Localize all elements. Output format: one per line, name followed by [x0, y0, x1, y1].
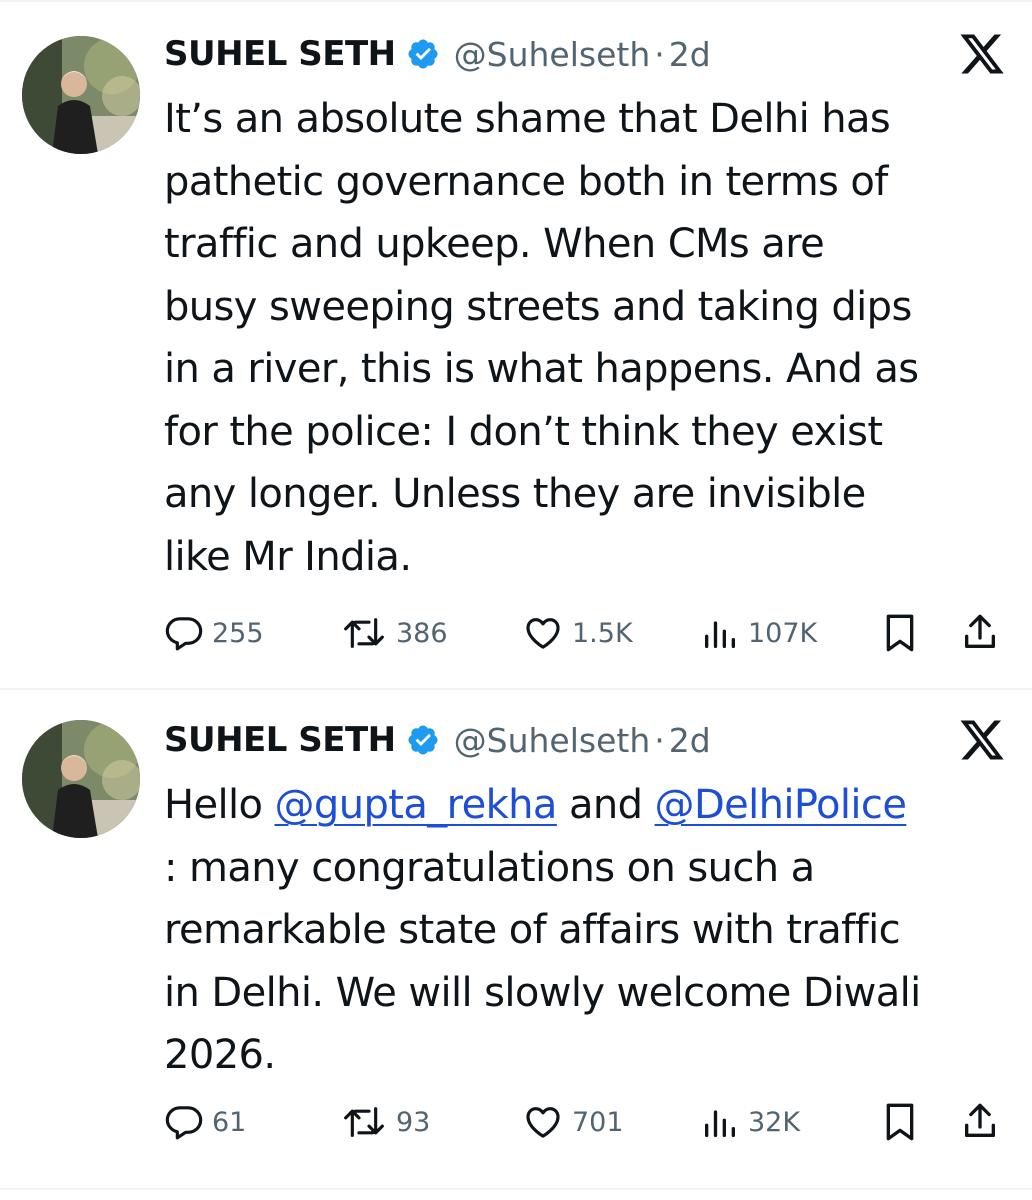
text-segment: busy sweeping streets and taking dips [164, 283, 912, 330]
text-segment: Hello [164, 782, 275, 828]
repost-button[interactable]: 93 [340, 1100, 430, 1144]
like-button[interactable]: 1.5K [522, 611, 633, 655]
share-button[interactable] [960, 611, 1000, 655]
heart-icon [526, 618, 560, 649]
views-count: 32K [748, 1106, 801, 1138]
author-name[interactable]: SUHEL SETH [164, 34, 396, 74]
text-segment: traffic and upkeep. When CMs are [164, 221, 825, 267]
x-logo-icon [958, 30, 1006, 78]
reply-button[interactable]: 61 [164, 1100, 246, 1144]
mention-link[interactable]: @DelhiPolice [655, 782, 907, 828]
heart-icon [526, 1107, 560, 1138]
timestamp[interactable]: 2d [669, 35, 711, 74]
repost-icon [344, 618, 384, 648]
bottom-divider [0, 1188, 1032, 1190]
tweet-text-line: traffic and upkeep. When CMs are [164, 213, 1014, 276]
tweet-2[interactable]: SUHEL SETH @Suhelseth · 2d Hello @gupta_… [0, 690, 1032, 1190]
like-count: 701 [572, 1106, 624, 1138]
meta-separator: · [654, 34, 665, 74]
author-handle[interactable]: @Suhelseth [454, 35, 651, 74]
avatar[interactable] [22, 720, 140, 838]
tweet-text: Hello @gupta_rekha and @DelhiPolice : man… [164, 774, 1014, 1087]
tweet-header: SUHEL SETH @Suhelseth · 2d [164, 26, 711, 82]
reply-button[interactable]: 255 [164, 611, 264, 655]
tweet-header: SUHEL SETH @Suhelseth · 2d [164, 712, 711, 768]
share-icon [965, 614, 995, 648]
repost-icon [344, 1107, 384, 1137]
tweet-text: It’s an absolute shame that Delhi has pat… [164, 88, 1014, 588]
bookmark-icon [886, 1103, 914, 1141]
tweet-text-line: pathetic governance both in terms of [164, 151, 1014, 214]
text-segment: like Mr India. [164, 533, 412, 580]
avatar[interactable] [22, 36, 140, 154]
views-button[interactable]: 107K [700, 611, 817, 655]
tweet-text-line: like Mr India. [164, 526, 1014, 589]
tweet-text-line: for the police: I don’t think they exist [164, 401, 1014, 464]
author-name[interactable]: SUHEL SETH [164, 720, 396, 760]
tweet-text-line: remarkable state of affairs with traffic [164, 899, 1014, 962]
text-segment: It’s an absolute shame that Delhi has [164, 96, 891, 142]
text-segment: : many congratulations on such a [164, 844, 815, 891]
text-segment: remarkable state of affairs with traffic [164, 907, 901, 953]
timestamp[interactable]: 2d [669, 721, 711, 760]
text-segment: in Delhi. We will slowly welcome Diwali [164, 969, 921, 1016]
views-icon [705, 621, 735, 648]
tweet-text-line: busy sweeping streets and taking dips [164, 276, 1014, 339]
reply-count: 255 [212, 617, 264, 649]
text-segment: in a river, this is what happens. And as [164, 346, 919, 392]
views-icon [705, 1110, 735, 1137]
tweet-text-line: It’s an absolute shame that Delhi has [164, 88, 1014, 151]
reply-icon [165, 617, 203, 651]
share-button[interactable] [960, 1100, 1000, 1144]
views-button[interactable]: 32K [700, 1100, 800, 1144]
tweet-text-line: in Delhi. We will slowly welcome Diwali [164, 962, 1014, 1025]
tweet-1[interactable]: SUHEL SETH @Suhelseth · 2d It’s an absol… [0, 0, 1032, 688]
text-segment: for the police: I don’t think they exist [164, 408, 883, 455]
tweet-text-line: 2026. [164, 1024, 1014, 1087]
share-icon [965, 1103, 995, 1137]
views-count: 107K [748, 617, 818, 649]
tweet-text-line: : many congratulations on such a [164, 837, 1014, 900]
text-segment: 2026. [164, 1032, 276, 1078]
text-segment: pathetic governance both in terms of [164, 158, 888, 205]
mention-link[interactable]: @gupta_rekha [275, 782, 558, 828]
x-logo-icon [958, 716, 1006, 764]
verified-badge-icon [406, 37, 440, 71]
text-segment: and [556, 782, 655, 828]
bookmark-button[interactable] [880, 1100, 920, 1144]
meta-separator: · [654, 720, 665, 760]
repost-count: 93 [396, 1106, 431, 1138]
reply-icon [165, 1106, 203, 1140]
author-handle[interactable]: @Suhelseth [454, 721, 651, 760]
bookmark-button[interactable] [880, 611, 920, 655]
tweet-text-line: Hello @gupta_rekha and @DelhiPolice [164, 774, 1014, 837]
like-count: 1.5K [572, 617, 633, 649]
like-button[interactable]: 701 [522, 1100, 624, 1144]
tweet-text-line: any longer. Unless they are invisible [164, 463, 1014, 526]
bookmark-icon [886, 614, 914, 652]
verified-badge-icon [406, 723, 440, 757]
repost-count: 386 [396, 617, 448, 649]
text-segment: any longer. Unless they are invisible [164, 471, 866, 517]
tweet-text-line: in a river, this is what happens. And as [164, 338, 1014, 401]
reply-count: 61 [212, 1106, 247, 1138]
repost-button[interactable]: 386 [340, 611, 448, 655]
